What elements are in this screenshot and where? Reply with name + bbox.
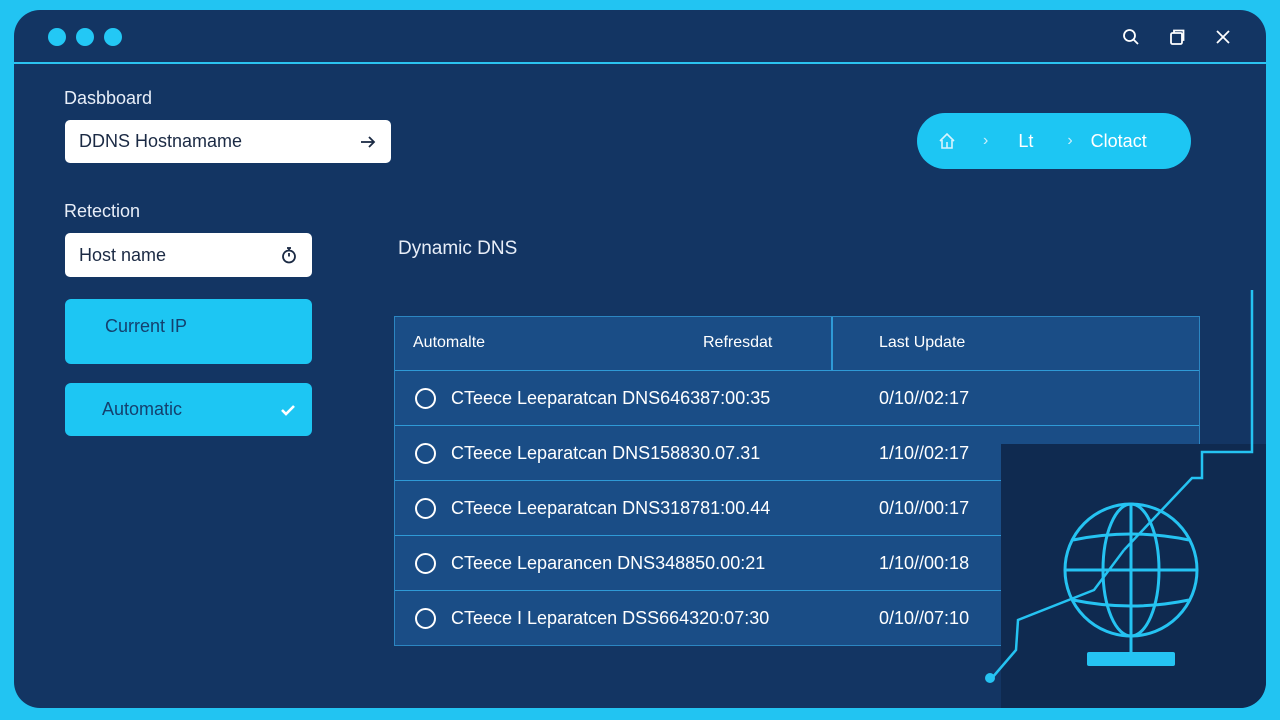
ddns-hostname-input[interactable]: DDNS Hostnamame <box>65 120 391 163</box>
row-entry: CTeece I Leparatcen DSS664320:07:30 <box>451 608 770 628</box>
current-ip-label: Current IP <box>105 316 188 336</box>
arrow-right-icon[interactable] <box>359 135 377 149</box>
radio-button[interactable] <box>415 388 436 409</box>
automatic-button[interactable]: Automatic <box>65 383 312 436</box>
radio-button[interactable] <box>415 608 436 629</box>
row-last-update: 0/10//02:17 <box>879 388 970 408</box>
row-entry: CTeece Leparancen DNS348850.00:21 <box>451 553 766 573</box>
column-divider <box>831 317 833 371</box>
chevron-right-icon: › <box>983 132 989 149</box>
breadcrumb: › Lt › Clotact <box>917 113 1191 169</box>
table-row[interactable]: CTeece Leeparatcan DNS646387:00:35 0/10/… <box>395 371 1199 426</box>
search-icon[interactable] <box>1120 26 1142 48</box>
panel-title: Dynamic DNS <box>398 238 518 259</box>
window-dot-icon[interactable] <box>48 28 66 46</box>
close-icon[interactable] <box>1212 26 1234 48</box>
retection-label: Retection <box>64 201 141 221</box>
row-last-update: 1/10//02:17 <box>879 443 970 463</box>
radio-button[interactable] <box>415 553 436 574</box>
automatic-label: Automatic <box>102 399 183 419</box>
host-name-value: Host name <box>79 244 167 265</box>
breadcrumb-item[interactable]: Lt <box>1018 131 1033 152</box>
chevron-right-icon: › <box>1067 132 1073 149</box>
home-icon[interactable] <box>937 131 957 151</box>
row-last-update: 0/10//00:17 <box>879 498 970 518</box>
breadcrumb-item[interactable]: Clotact <box>1091 131 1147 152</box>
restore-icon[interactable] <box>1166 26 1188 48</box>
window-dot-icon[interactable] <box>104 28 122 46</box>
column-header[interactable]: Refresdat <box>703 334 772 352</box>
host-name-input[interactable]: Host name <box>65 233 312 277</box>
checkmark-icon <box>281 404 295 416</box>
row-entry: CTeece Leeparatcan DNS318781:00.44 <box>451 498 771 518</box>
app-window: Dasbboard DDNS Hostnamame Retection Host… <box>14 10 1266 708</box>
radio-button[interactable] <box>415 443 436 464</box>
radio-button[interactable] <box>415 498 436 519</box>
column-header[interactable]: Automalte <box>413 334 485 352</box>
row-last-update: 1/10//00:18 <box>879 553 970 573</box>
table-header: Automalte Refresdat Last Update <box>395 317 1199 371</box>
row-last-update: 0/10//07:10 <box>879 608 970 628</box>
row-entry: CTeece Leeparatcan DNS646387:00:35 <box>451 388 771 408</box>
title-bar <box>14 10 1266 64</box>
globe-icon <box>1063 502 1199 666</box>
current-ip-button[interactable]: Current IP <box>65 299 312 364</box>
globe-illustration <box>1001 444 1266 708</box>
window-dot-icon[interactable] <box>76 28 94 46</box>
column-header[interactable]: Last Update <box>879 334 965 352</box>
dashboard-label: Dasbboard <box>64 88 153 108</box>
ddns-hostname-value: DDNS Hostnamame <box>79 131 243 151</box>
row-entry: CTeece Leparatcan DNS158830.07.31 <box>451 443 761 463</box>
timer-icon[interactable] <box>280 246 298 264</box>
